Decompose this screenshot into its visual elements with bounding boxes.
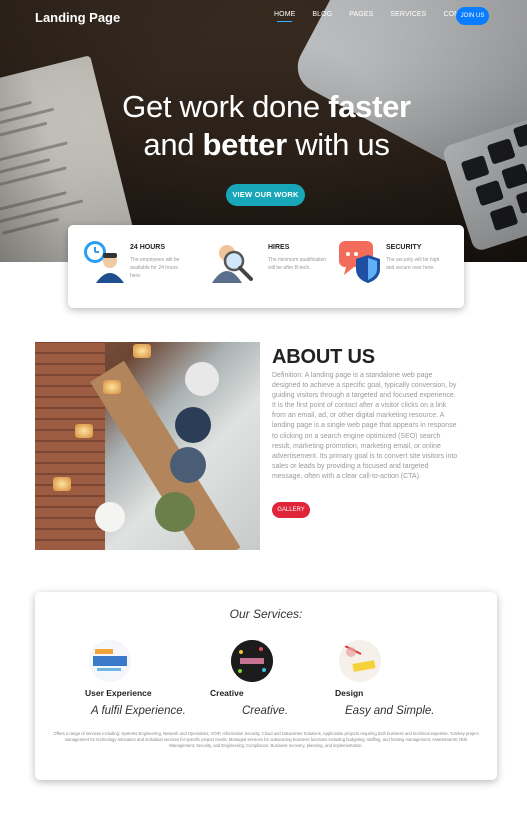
- feature-security: SECURITY The security will be high and s…: [338, 225, 458, 308]
- creative-image: [231, 640, 273, 682]
- nav-link-home[interactable]: HOME: [274, 11, 295, 22]
- hanging-lamp: [133, 344, 151, 358]
- services-card: Our Services: User Experience Creative D…: [35, 592, 497, 780]
- person: [95, 502, 125, 532]
- headline-line1: Get work done faster: [122, 89, 411, 124]
- about-description: Definition: A landing page is a standalo…: [272, 372, 458, 480]
- gallery-button[interactable]: GALLERY: [272, 502, 310, 518]
- hero-section: Landing Page HOME BLOG PAGES SERVICES CO…: [0, 0, 527, 262]
- shield-chat-icon: [339, 241, 380, 283]
- feature-title: SECURITY: [386, 244, 422, 251]
- design-image: [339, 640, 381, 682]
- hanging-lamp: [103, 380, 121, 394]
- creative-icon: [231, 640, 273, 682]
- magnifier-person-icon: [212, 245, 253, 283]
- headline-line2-pre: and: [143, 127, 203, 162]
- service-name: User Experience: [85, 688, 152, 698]
- top-navbar: Landing Page HOME BLOG PAGES SERVICES CO…: [0, 0, 527, 36]
- brand-logo[interactable]: Landing Page: [35, 10, 120, 25]
- person: [155, 492, 195, 532]
- features-card: 24 HOURS The employees will be available…: [68, 225, 464, 308]
- service-name: Creative: [210, 688, 244, 698]
- feature-title: 24 HOURS: [130, 244, 166, 251]
- feature-description: The minimum qualification will be after …: [268, 257, 327, 271]
- join-us-button[interactable]: JOIN US: [456, 7, 489, 25]
- headline-better: better: [202, 127, 288, 162]
- hero-headline: Get work done faster and better with us: [0, 88, 527, 164]
- headline-faster: faster: [328, 89, 411, 124]
- clock-person-icon: [84, 241, 124, 283]
- headline-line1-text: Get work done: [122, 89, 329, 124]
- services-description: Offers a range of services including: Sy…: [53, 731, 479, 748]
- nav-link-blog[interactable]: BLOG: [312, 11, 332, 18]
- feature-title: HIRES: [268, 244, 290, 251]
- about-title: ABOUT US: [272, 346, 375, 368]
- service-name: Design: [335, 688, 364, 698]
- services-heading: Our Services:: [229, 607, 303, 621]
- hanging-lamp: [75, 424, 93, 438]
- person: [175, 407, 211, 443]
- headline-line2-post: with us: [286, 127, 390, 162]
- feature-24-hours: 24 HOURS The employees will be available…: [80, 225, 200, 308]
- view-our-work-button[interactable]: VIEW OUR WORK: [226, 184, 305, 206]
- feature-description: The employees will be available for 24 h…: [130, 257, 180, 279]
- about-image: [35, 342, 260, 550]
- feature-hires: HIRES The minimum qualification will be …: [208, 225, 328, 308]
- nav-link-services[interactable]: SERVICES: [390, 11, 426, 18]
- headline-line2: and better with us: [143, 127, 389, 162]
- service-tagline: Easy and Simple.: [345, 705, 435, 717]
- person: [170, 447, 206, 483]
- service-tagline: Creative.: [242, 705, 289, 717]
- design-icon: [339, 640, 381, 682]
- person: [185, 362, 219, 396]
- hanging-lamp: [53, 477, 71, 491]
- nav-link-pages[interactable]: PAGES: [349, 11, 373, 18]
- service-tagline: A fulfil Experience.: [91, 705, 186, 717]
- user-experience-image: [89, 640, 131, 682]
- feature-description: The security will be high and secure ove…: [386, 257, 440, 271]
- ux-icon: [89, 640, 131, 682]
